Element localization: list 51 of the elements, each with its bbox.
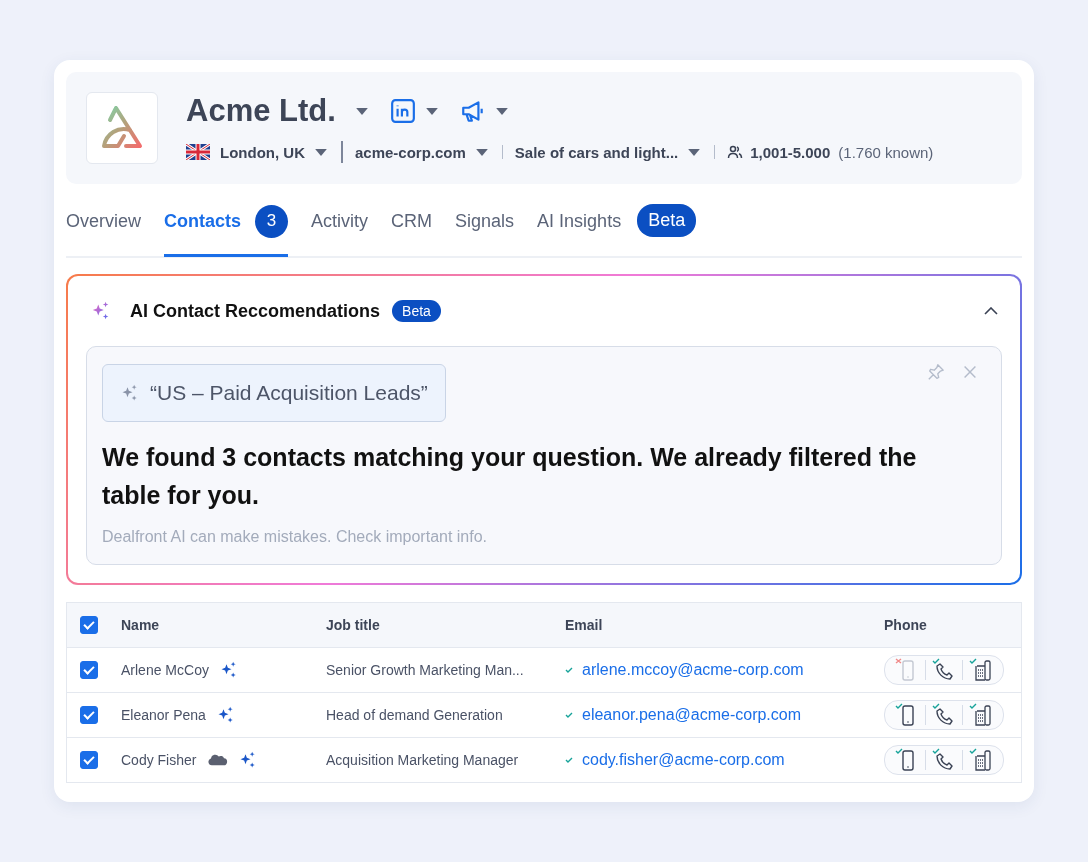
select-all-checkbox[interactable] bbox=[80, 616, 98, 634]
linkedin-icon[interactable] bbox=[389, 98, 416, 124]
disclaimer: Dealfront AI can make mistakes. Check important info. bbox=[102, 528, 489, 546]
company-logo bbox=[86, 92, 158, 164]
job-title: Senior Growth Marketing Man... bbox=[326, 662, 524, 678]
employees-known: (1.760 known) bbox=[838, 143, 934, 161]
contact-name: Cody Fisher bbox=[121, 752, 197, 768]
count-badge: 3 bbox=[255, 204, 289, 238]
caret-icon[interactable] bbox=[425, 107, 438, 115]
tab[interactable]: Contacts 3 bbox=[164, 185, 289, 257]
tab[interactable]: CRM bbox=[391, 185, 433, 257]
megaphone-icon[interactable] bbox=[459, 98, 486, 124]
contact-name: Arlene McCoy bbox=[121, 662, 209, 678]
job-title: Acquisition Marketing Manager bbox=[326, 752, 519, 768]
caret-icon[interactable] bbox=[688, 148, 701, 156]
contact-name: Eleanor Pena bbox=[121, 707, 206, 723]
answer-message: We found 3 contacts matching your question. We already filtered the table for you. bbox=[102, 442, 918, 511]
query-text: “US – Paid Acquisition Leads” bbox=[150, 381, 428, 405]
row-checkbox[interactable] bbox=[80, 706, 98, 724]
row-checkbox[interactable] bbox=[80, 661, 98, 679]
caret-icon[interactable] bbox=[475, 148, 488, 156]
caret-icon[interactable] bbox=[355, 107, 368, 115]
people-icon bbox=[727, 144, 744, 160]
desk-phone-icon[interactable] bbox=[969, 703, 993, 727]
column-header[interactable]: Email bbox=[565, 617, 603, 633]
column-header[interactable]: Name bbox=[121, 617, 160, 633]
job-title: Head of demand Generation bbox=[326, 707, 503, 723]
tab[interactable]: Activity bbox=[311, 185, 369, 257]
caret-icon[interactable] bbox=[315, 148, 327, 156]
tab[interactable]: Overview bbox=[66, 185, 141, 257]
beta-badge: Beta bbox=[637, 203, 697, 237]
email-link[interactable]: cody.fisher@acme-corp.com bbox=[582, 751, 785, 769]
email-link[interactable]: arlene.mccoy@acme-corp.com bbox=[582, 661, 804, 679]
collapse-icon[interactable] bbox=[984, 307, 998, 315]
row-checkbox[interactable] bbox=[80, 751, 98, 769]
panel-title: AI Contact Reccomendations bbox=[130, 300, 381, 322]
tab[interactable]: Signals bbox=[455, 185, 515, 257]
company-industry: Sale of cars and light... bbox=[514, 143, 679, 161]
column-header[interactable]: Phone bbox=[884, 617, 927, 633]
column-header[interactable]: Job title bbox=[326, 617, 380, 633]
company-domain: acme-corp.com bbox=[355, 143, 466, 161]
company-name: Acme Ltd. bbox=[186, 93, 336, 129]
uk-flag-icon bbox=[186, 144, 210, 160]
beta-badge: Beta bbox=[392, 300, 441, 322]
caret-icon[interactable] bbox=[495, 107, 508, 115]
desk-phone-icon[interactable] bbox=[969, 658, 993, 682]
email-link[interactable]: eleanor.pena@acme-corp.com bbox=[582, 706, 802, 724]
tab[interactable]: AI Insights bbox=[537, 185, 622, 257]
company-location: London, UK bbox=[220, 143, 305, 161]
employee-count: 1,001-5.000 bbox=[750, 143, 831, 161]
desk-phone-icon[interactable] bbox=[969, 748, 993, 772]
